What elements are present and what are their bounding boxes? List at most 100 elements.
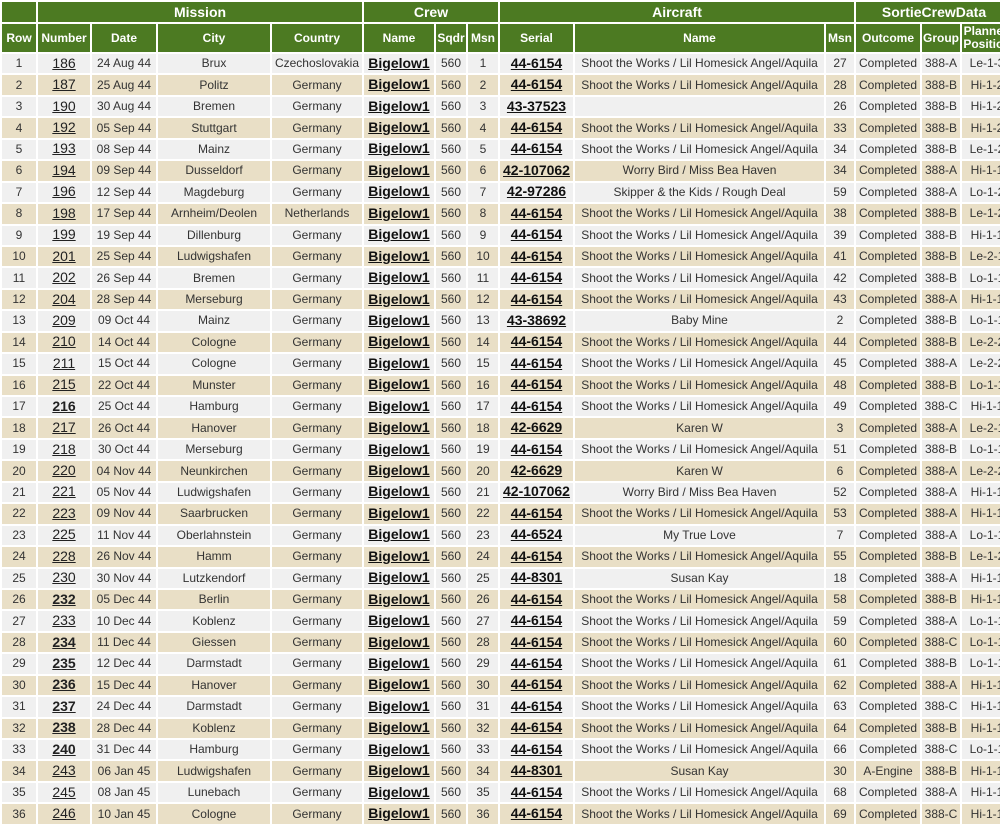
aircraft-serial-link[interactable]: 44-8301 [511, 569, 562, 585]
col-header-group[interactable]: Group [922, 24, 960, 52]
aircraft-serial-link[interactable]: 43-38692 [507, 312, 566, 328]
aircraft-serial-link[interactable]: 44-6154 [511, 376, 562, 392]
aircraft-serial-link[interactable]: 44-6154 [511, 784, 562, 800]
aircraft-serial-link[interactable]: 42-6629 [511, 462, 562, 478]
crew-name-link[interactable]: Bigelow1 [368, 226, 429, 242]
crew-name-link[interactable]: Bigelow1 [368, 162, 429, 178]
aircraft-serial-link[interactable]: 42-107062 [503, 483, 570, 499]
aircraft-serial-link[interactable]: 44-6154 [511, 719, 562, 735]
aircraft-serial-link[interactable]: 44-6154 [511, 205, 562, 221]
crew-name-link[interactable]: Bigelow1 [368, 505, 429, 521]
col-header-crew-name[interactable]: Name [364, 24, 434, 52]
mission-number-link[interactable]: 220 [52, 462, 75, 478]
aircraft-serial-link[interactable]: 44-6154 [511, 355, 562, 371]
mission-number-link[interactable]: 190 [52, 98, 75, 114]
mission-number-link[interactable]: 196 [52, 183, 75, 199]
mission-number-link[interactable]: 225 [52, 526, 75, 542]
crew-name-link[interactable]: Bigelow1 [368, 312, 429, 328]
mission-number-link[interactable]: 217 [52, 419, 75, 435]
crew-name-link[interactable]: Bigelow1 [368, 698, 429, 714]
crew-name-link[interactable]: Bigelow1 [368, 805, 429, 821]
aircraft-serial-link[interactable]: 44-6524 [511, 526, 562, 542]
crew-name-link[interactable]: Bigelow1 [368, 55, 429, 71]
aircraft-serial-link[interactable]: 44-6154 [511, 591, 562, 607]
aircraft-serial-link[interactable]: 44-6154 [511, 248, 562, 264]
mission-number-link[interactable]: 233 [52, 612, 75, 628]
col-header-outcome[interactable]: Outcome [856, 24, 920, 52]
aircraft-serial-link[interactable]: 42-6629 [511, 419, 562, 435]
mission-number-link[interactable]: 198 [52, 205, 75, 221]
col-header-serial[interactable]: Serial [500, 24, 573, 52]
crew-name-link[interactable]: Bigelow1 [368, 591, 429, 607]
aircraft-serial-link[interactable]: 44-6154 [511, 398, 562, 414]
aircraft-serial-link[interactable]: 44-6154 [511, 698, 562, 714]
mission-number-link[interactable]: 245 [52, 784, 75, 800]
aircraft-serial-link[interactable]: 44-6154 [511, 291, 562, 307]
mission-number-link[interactable]: 192 [52, 119, 75, 135]
aircraft-serial-link[interactable]: 42-107062 [503, 162, 570, 178]
crew-name-link[interactable]: Bigelow1 [368, 441, 429, 457]
col-header-msn[interactable]: Msn [468, 24, 498, 52]
crew-name-link[interactable]: Bigelow1 [368, 140, 429, 156]
crew-name-link[interactable]: Bigelow1 [368, 98, 429, 114]
mission-number-link[interactable]: 236 [52, 676, 75, 692]
aircraft-serial-link[interactable]: 44-6154 [511, 655, 562, 671]
mission-number-link[interactable]: 223 [52, 505, 75, 521]
aircraft-serial-link[interactable]: 42-97286 [507, 183, 566, 199]
mission-number-link[interactable]: 187 [52, 76, 75, 92]
aircraft-serial-link[interactable]: 44-6154 [511, 55, 562, 71]
mission-number-link[interactable]: 218 [52, 441, 75, 457]
col-header-row[interactable]: Row [2, 24, 36, 52]
crew-name-link[interactable]: Bigelow1 [368, 269, 429, 285]
mission-number-link[interactable]: 238 [52, 719, 75, 735]
aircraft-serial-link[interactable]: 44-6154 [511, 333, 562, 349]
aircraft-serial-link[interactable]: 44-6154 [511, 441, 562, 457]
aircraft-serial-link[interactable]: 44-6154 [511, 548, 562, 564]
crew-name-link[interactable]: Bigelow1 [368, 419, 429, 435]
crew-name-link[interactable]: Bigelow1 [368, 655, 429, 671]
mission-number-link[interactable]: 232 [52, 591, 75, 607]
aircraft-serial-link[interactable]: 44-6154 [511, 505, 562, 521]
crew-name-link[interactable]: Bigelow1 [368, 119, 429, 135]
crew-name-link[interactable]: Bigelow1 [368, 183, 429, 199]
crew-name-link[interactable]: Bigelow1 [368, 676, 429, 692]
crew-name-link[interactable]: Bigelow1 [368, 548, 429, 564]
mission-number-link[interactable]: 215 [52, 376, 75, 392]
crew-name-link[interactable]: Bigelow1 [368, 719, 429, 735]
mission-number-link[interactable]: 202 [52, 269, 75, 285]
crew-name-link[interactable]: Bigelow1 [368, 76, 429, 92]
aircraft-serial-link[interactable]: 44-6154 [511, 612, 562, 628]
crew-name-link[interactable]: Bigelow1 [368, 784, 429, 800]
col-header-date[interactable]: Date [92, 24, 156, 52]
aircraft-serial-link[interactable]: 43-37523 [507, 98, 566, 114]
mission-number-link[interactable]: 199 [52, 226, 75, 242]
col-header-number[interactable]: Number [38, 24, 90, 52]
crew-name-link[interactable]: Bigelow1 [368, 376, 429, 392]
crew-name-link[interactable]: Bigelow1 [368, 462, 429, 478]
aircraft-serial-link[interactable]: 44-6154 [511, 741, 562, 757]
aircraft-serial-link[interactable]: 44-6154 [511, 269, 562, 285]
col-header-aircraft-name[interactable]: Name [575, 24, 824, 52]
mission-number-link[interactable]: 221 [52, 483, 75, 499]
mission-number-link[interactable]: 216 [52, 398, 75, 414]
col-header-aircraft-msn[interactable]: Msn [826, 24, 854, 52]
col-header-country[interactable]: Country [272, 24, 362, 52]
mission-number-link[interactable]: 204 [52, 291, 75, 307]
mission-number-link[interactable]: 193 [52, 140, 75, 156]
crew-name-link[interactable]: Bigelow1 [368, 205, 429, 221]
crew-name-link[interactable]: Bigelow1 [368, 333, 429, 349]
mission-number-link[interactable]: 210 [52, 333, 75, 349]
mission-number-link[interactable]: 237 [52, 698, 75, 714]
aircraft-serial-link[interactable]: 44-6154 [511, 676, 562, 692]
crew-name-link[interactable]: Bigelow1 [368, 634, 429, 650]
mission-number-link[interactable]: 240 [52, 741, 75, 757]
mission-number-link[interactable]: 230 [52, 569, 75, 585]
mission-number-link[interactable]: 209 [52, 312, 75, 328]
mission-number-link[interactable]: 201 [52, 248, 75, 264]
aircraft-serial-link[interactable]: 44-6154 [511, 140, 562, 156]
aircraft-serial-link[interactable]: 44-6154 [511, 805, 562, 821]
aircraft-serial-link[interactable]: 44-8301 [511, 762, 562, 778]
mission-number-link[interactable]: 243 [52, 762, 75, 778]
crew-name-link[interactable]: Bigelow1 [368, 291, 429, 307]
aircraft-serial-link[interactable]: 44-6154 [511, 226, 562, 242]
